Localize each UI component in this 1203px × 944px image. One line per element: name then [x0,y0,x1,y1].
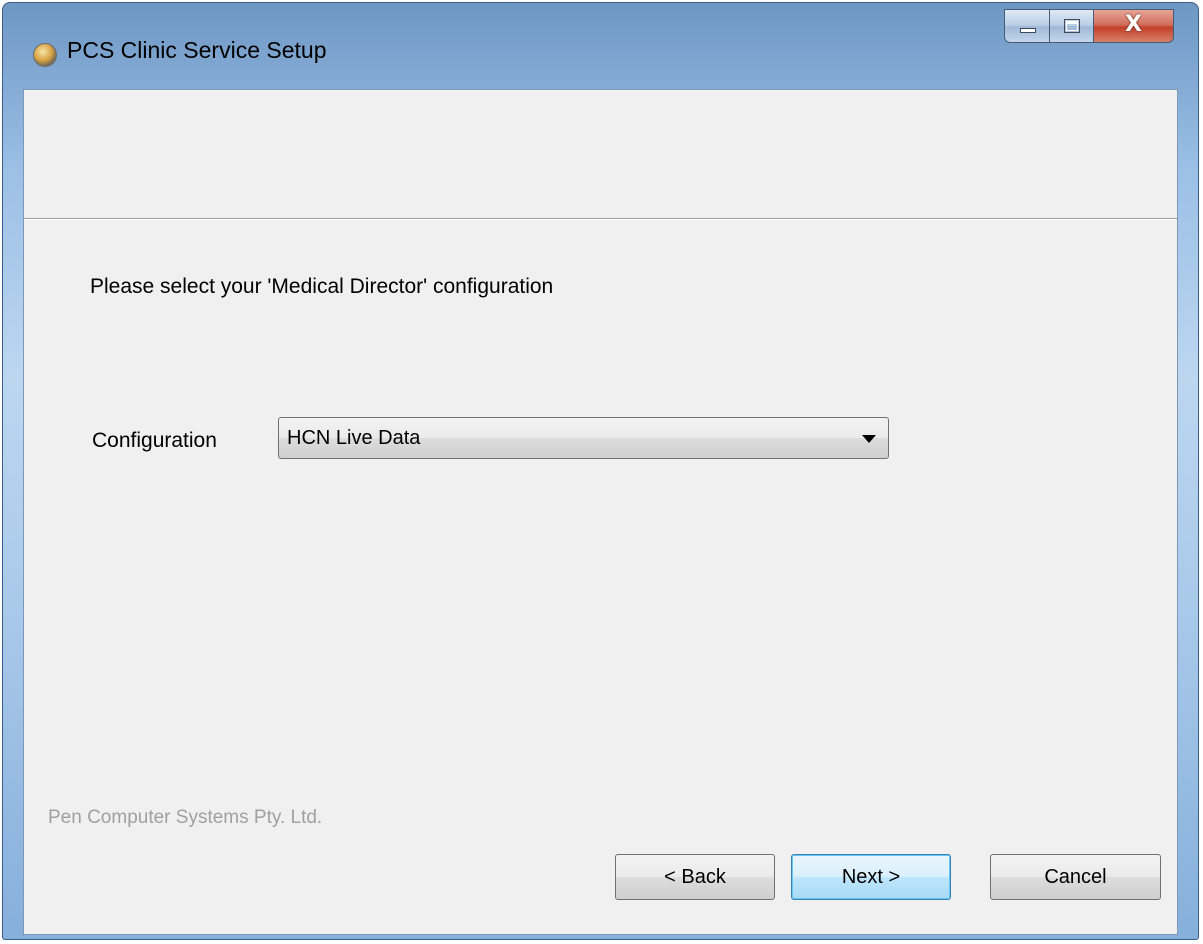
minimize-icon [1020,28,1036,33]
minimize-button[interactable] [1004,9,1050,43]
header-divider [24,218,1177,220]
wizard-header-panel [24,90,1177,218]
setup-window: PCS Clinic Service Setup X Please select… [2,2,1199,940]
setup-app-icon [33,43,57,67]
configuration-dropdown[interactable]: HCN Live Data [278,417,889,459]
cancel-button[interactable]: Cancel [990,854,1161,900]
caption-buttons: X [1004,9,1174,43]
close-icon: X [1125,12,1142,37]
maximize-button[interactable] [1050,9,1094,43]
brand-text: Pen Computer Systems Pty. Ltd. [48,807,323,828]
title-bar[interactable]: PCS Clinic Service Setup X [3,3,1198,89]
close-button[interactable]: X [1094,9,1174,43]
configuration-selected-value: HCN Live Data [287,427,421,449]
configuration-label: Configuration [92,429,217,452]
wizard-client-area: Please select your 'Medical Director' co… [23,89,1178,935]
back-button[interactable]: < Back [615,854,775,900]
dropdown-arrow-icon[interactable] [862,435,876,443]
instruction-text: Please select your 'Medical Director' co… [90,275,554,298]
next-button[interactable]: Next > [791,854,951,900]
maximize-icon [1064,19,1080,33]
window-title: PCS Clinic Service Setup [67,37,327,63]
